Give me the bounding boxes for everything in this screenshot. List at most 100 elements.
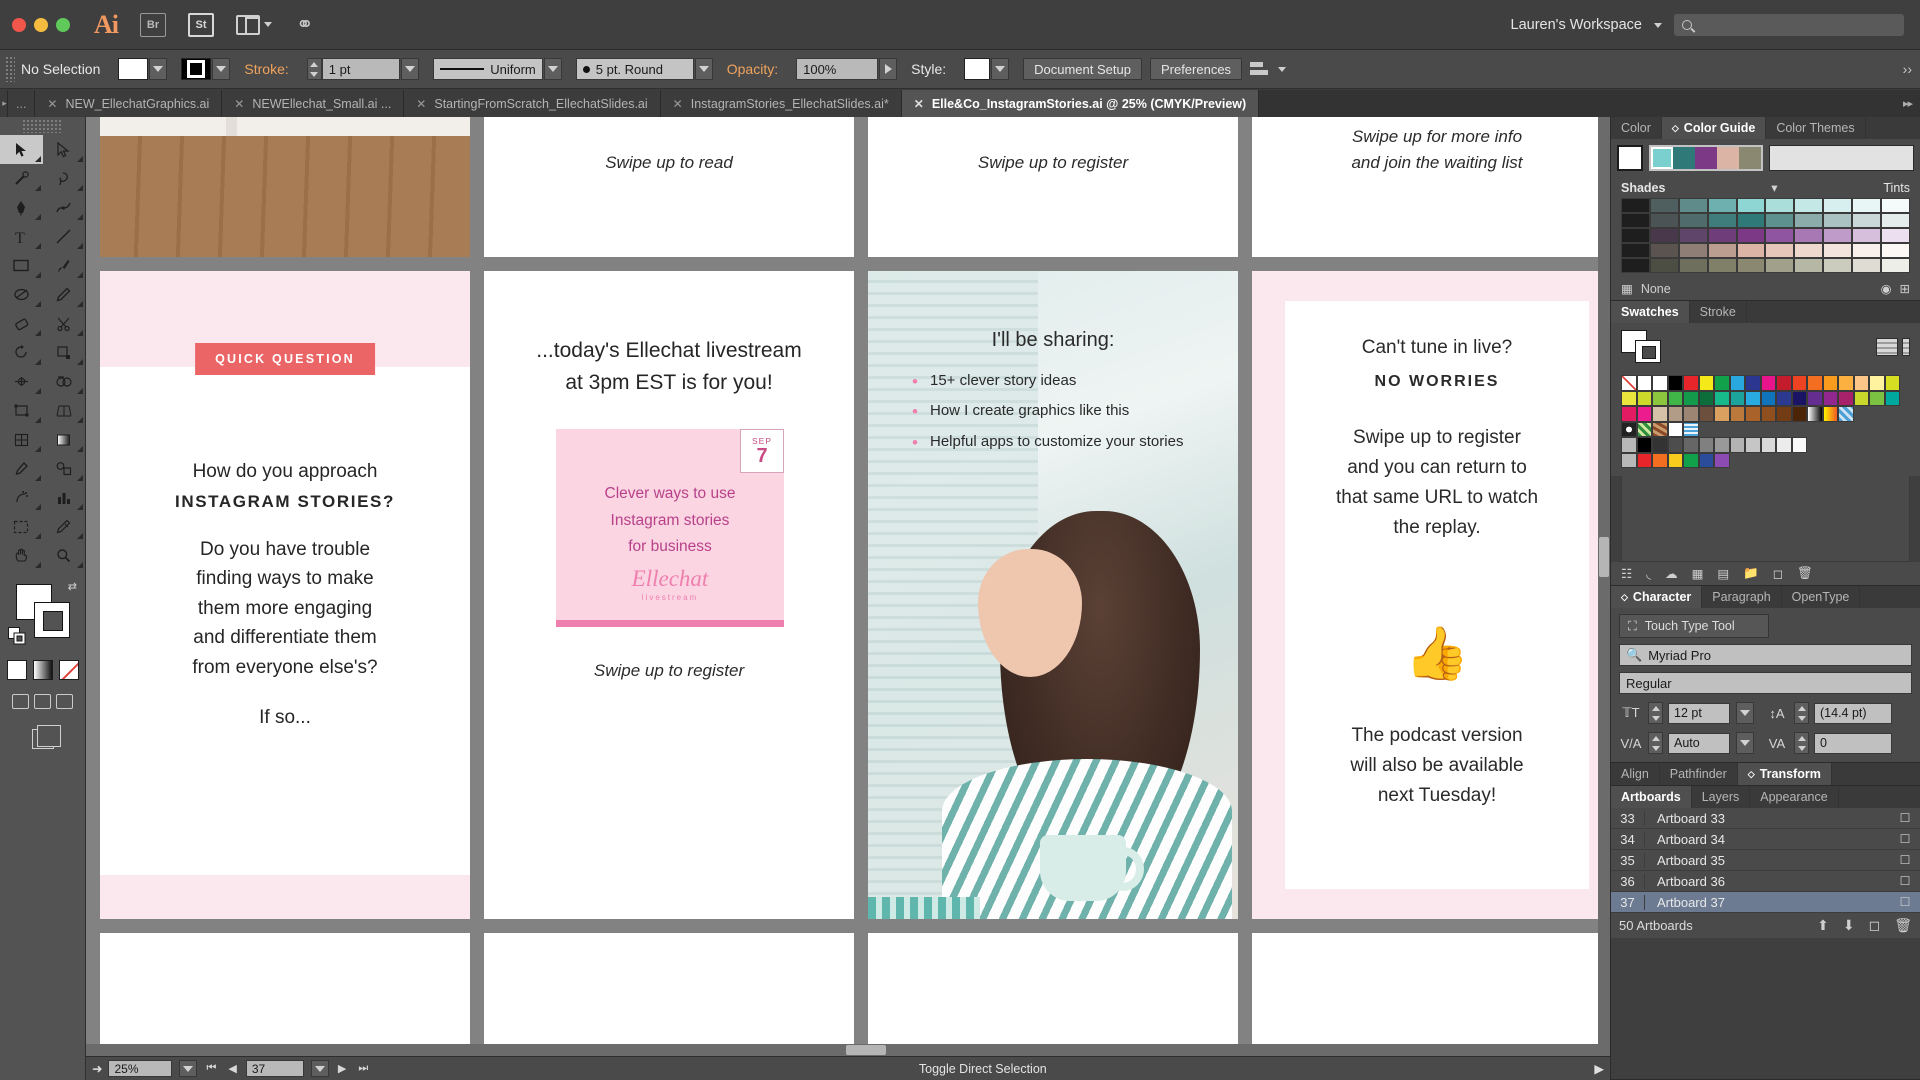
base-color-swatch[interactable] bbox=[1617, 145, 1643, 171]
search-input[interactable] bbox=[1674, 14, 1904, 36]
kerning-dropdown[interactable] bbox=[1736, 732, 1754, 754]
artboard-r3c4[interactable] bbox=[1252, 933, 1610, 1056]
artboard-number-dropdown[interactable] bbox=[310, 1060, 329, 1077]
stroke-swatch[interactable] bbox=[181, 58, 212, 80]
black-swatch[interactable] bbox=[1667, 375, 1683, 391]
pattern-swatch[interactable] bbox=[1636, 421, 1652, 437]
minimize-window-button[interactable] bbox=[34, 17, 48, 32]
pattern-swatch[interactable] bbox=[1683, 421, 1699, 437]
artboard-options-icon[interactable]: ☐ bbox=[1890, 895, 1920, 909]
lasso-tool[interactable] bbox=[43, 164, 86, 193]
gradient-tool[interactable] bbox=[43, 425, 86, 454]
artboard-name[interactable]: Artboard 36 bbox=[1645, 874, 1890, 889]
tracking-stepper[interactable] bbox=[1794, 732, 1809, 754]
kerning-value[interactable]: Auto bbox=[1668, 732, 1730, 754]
stroke-weight-stepper[interactable] bbox=[306, 58, 322, 80]
width-tool[interactable] bbox=[0, 367, 43, 396]
artboard-number-field[interactable]: 37 bbox=[245, 1060, 304, 1077]
tab-stroke[interactable]: Stroke bbox=[1690, 301, 1747, 323]
artboard-r2c2[interactable]: ...today's Ellechat livestream at 3pm ES… bbox=[484, 271, 854, 919]
close-icon[interactable]: ✕ bbox=[416, 97, 426, 111]
white-swatch[interactable] bbox=[1652, 375, 1668, 391]
tab-new-ellechat-graphics[interactable]: ✕ NEW_EllechatGraphics.ai bbox=[35, 90, 223, 117]
symbol-sprayer-tool[interactable] bbox=[0, 483, 43, 512]
zoom-dropdown[interactable] bbox=[179, 1060, 198, 1077]
font-size-dropdown[interactable] bbox=[1736, 702, 1754, 724]
tab-character[interactable]: ◇ Character bbox=[1611, 586, 1703, 608]
none-fill-mode-button[interactable] bbox=[58, 660, 79, 680]
harmony-swatch-1[interactable] bbox=[1651, 147, 1673, 169]
artboard-r3c3[interactable] bbox=[868, 933, 1238, 1056]
cc-libraries-icon[interactable]: ☁ bbox=[1665, 566, 1678, 581]
tab-instagramstories-ellechatslides[interactable]: ✕ InstagramStories_EllechatSlides.ai* bbox=[660, 90, 902, 117]
artboard-options-icon[interactable]: ☐ bbox=[1890, 874, 1920, 888]
tab-align[interactable]: Align bbox=[1611, 763, 1660, 785]
swatch-row[interactable] bbox=[1621, 421, 1910, 437]
hand-tool[interactable] bbox=[0, 541, 43, 570]
mesh-tool[interactable] bbox=[0, 425, 43, 454]
move-down-icon[interactable]: ⬇ bbox=[1843, 917, 1855, 934]
zoom-level-field[interactable]: 25% bbox=[108, 1060, 173, 1077]
tab-layers[interactable]: Layers bbox=[1692, 786, 1751, 808]
arrange-documents-icon[interactable] bbox=[236, 14, 272, 35]
artboard-options-icon[interactable]: ☐ bbox=[1890, 853, 1920, 867]
artboard-r1c2[interactable]: Swipe up to read bbox=[484, 117, 854, 257]
last-artboard-button[interactable]: ⏭ bbox=[355, 1062, 371, 1075]
tab-artboards[interactable]: Artboards bbox=[1611, 786, 1692, 808]
fill-dropdown-button[interactable] bbox=[149, 58, 168, 80]
font-style-field[interactable]: Regular bbox=[1619, 672, 1912, 694]
color-fill-mode-button[interactable] bbox=[6, 660, 27, 680]
artboards-list[interactable]: 33 Artboard 33 ☐ 34 Artboard 34 ☐ 35 Art… bbox=[1611, 808, 1920, 913]
default-fill-stroke-icon[interactable] bbox=[8, 627, 26, 650]
artboard-r1c4[interactable]: Swipe up for more info and join the wait… bbox=[1252, 117, 1610, 257]
maximize-window-button[interactable] bbox=[56, 17, 70, 32]
graphic-style-dropdown[interactable] bbox=[991, 58, 1010, 80]
swatch-fill-stroke-indicator[interactable] bbox=[1621, 330, 1667, 364]
show-swatch-kinds-icon[interactable]: ▦ bbox=[1692, 566, 1704, 581]
harmony-colors[interactable] bbox=[1649, 145, 1763, 171]
edit-colors-icon[interactable]: ◉ bbox=[1881, 281, 1892, 296]
fill-swatch[interactable] bbox=[118, 58, 149, 80]
graphic-style-swatch[interactable] bbox=[964, 58, 991, 80]
touch-type-tool-button[interactable]: ⛶ Touch Type Tool bbox=[1619, 614, 1769, 638]
stroke-profile-dropdown[interactable] bbox=[543, 58, 562, 80]
registration-swatch[interactable] bbox=[1636, 375, 1652, 391]
kerning-stepper[interactable] bbox=[1648, 732, 1663, 754]
artboard-r3c1[interactable] bbox=[100, 933, 470, 1056]
line-segment-tool[interactable] bbox=[43, 222, 86, 251]
tracking-value[interactable]: 0 bbox=[1814, 732, 1892, 754]
document-setup-button[interactable]: Document Setup bbox=[1023, 58, 1142, 80]
column-graph-tool[interactable] bbox=[43, 483, 86, 512]
artboard-r2c4[interactable]: Can't tune in live? NO WORRIES Swipe up … bbox=[1252, 271, 1610, 919]
harmony-swatch-4[interactable] bbox=[1717, 147, 1739, 169]
artboard-name[interactable]: Artboard 35 bbox=[1645, 853, 1890, 868]
library-icon[interactable]: ▦ bbox=[1621, 281, 1633, 296]
swatch-row[interactable] bbox=[1621, 406, 1910, 422]
eraser-tool[interactable] bbox=[0, 309, 43, 338]
close-icon[interactable]: ✕ bbox=[914, 97, 924, 111]
tab-pathfinder[interactable]: Pathfinder bbox=[1660, 763, 1738, 785]
harmony-swatch-5[interactable] bbox=[1739, 147, 1761, 169]
color-group-folder-icon[interactable] bbox=[1621, 452, 1637, 468]
tab-transform[interactable]: ◇ Transform bbox=[1737, 763, 1832, 785]
panel-menu-icon[interactable] bbox=[1902, 338, 1910, 356]
tab-color[interactable]: Color bbox=[1611, 117, 1662, 139]
tab-opentype[interactable]: OpenType bbox=[1782, 586, 1861, 608]
align-icon[interactable] bbox=[1250, 60, 1272, 78]
selection-tool[interactable] bbox=[0, 135, 43, 164]
swatch-row[interactable] bbox=[1621, 452, 1910, 468]
swatches-empty-area[interactable] bbox=[1621, 476, 1910, 562]
artboard-r3c2[interactable] bbox=[484, 933, 854, 1056]
leading-value[interactable]: (14.4 pt) bbox=[1814, 702, 1892, 724]
curvature-tool[interactable] bbox=[43, 193, 86, 222]
creative-cloud-icon[interactable]: ⚭ bbox=[296, 12, 314, 37]
artboard-r1c3[interactable]: Swipe up to register bbox=[868, 117, 1238, 257]
save-color-group-icon[interactable]: ⊞ bbox=[1900, 281, 1910, 296]
preferences-button[interactable]: Preferences bbox=[1149, 58, 1243, 80]
tab-overflow-first[interactable]: ... bbox=[8, 90, 36, 117]
artboard-list-item[interactable]: 35 Artboard 35 ☐ bbox=[1611, 850, 1920, 871]
font-family-field[interactable]: 🔍 Myriad Pro bbox=[1619, 644, 1912, 666]
stroke-indicator[interactable] bbox=[1635, 340, 1661, 363]
font-size-stepper[interactable] bbox=[1648, 702, 1663, 724]
opacity-value[interactable]: 100% bbox=[796, 58, 879, 80]
